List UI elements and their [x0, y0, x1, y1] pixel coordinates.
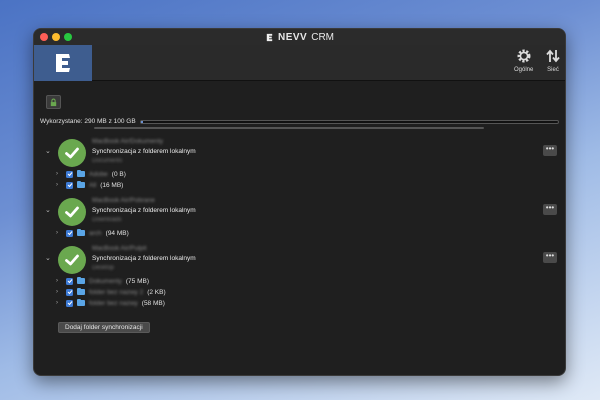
storage-usage: Wykorzystane: 290 MB z 100 GB [40, 118, 559, 125]
more-options-button[interactable]: ••• [543, 145, 557, 156]
general-label: Ogólne [514, 67, 534, 73]
nevv-logo-icon [266, 33, 273, 41]
folder-name: Dokumenty [89, 277, 122, 285]
folder-name: folder bez nazwy 2 [89, 288, 144, 296]
app-window: NEVV CRM Ogólne Sieć Wykorzystane: 290 M… [33, 28, 566, 376]
folder-size: (16 MB) [100, 181, 124, 189]
app-suffix: CRM [311, 31, 334, 43]
check-icon [58, 198, 86, 226]
folder-icon [77, 287, 85, 295]
chevron-down-icon[interactable]: ⌄ [45, 147, 51, 155]
chevron-down-icon[interactable]: ⌄ [45, 206, 51, 214]
local-folder: Downloads [92, 217, 122, 223]
minimize-window-button[interactable] [52, 33, 60, 41]
folder-size: (58 MB) [141, 299, 165, 307]
folder-icon [77, 180, 85, 188]
account-path: MacBook Air/Dokumenty [92, 138, 164, 145]
usage-fill [140, 120, 143, 123]
title-bar: NEVV CRM [34, 29, 565, 45]
lock-button[interactable] [46, 95, 61, 109]
folder-name: arch [89, 229, 102, 237]
sync-status: Synchronizacja z folderem lokalnym [92, 255, 196, 262]
account-path: MacBook Air/Pulpit [92, 245, 147, 252]
network-settings-button[interactable]: Sieć [544, 47, 562, 73]
check-icon [58, 139, 86, 167]
sync-status: Synchronizacja z folderem lokalnym [92, 207, 196, 214]
network-label: Sieć [547, 67, 559, 73]
folder-name: Adobe [89, 170, 108, 178]
account-path: MacBook Air/Pobrane [92, 197, 155, 204]
chevron-right-icon[interactable]: › [56, 289, 62, 295]
folder-row: › arch (94 MB) [56, 228, 129, 238]
general-settings-button[interactable]: Ogólne [514, 47, 533, 73]
app-title: NEVV CRM [265, 32, 334, 43]
folder-size: (0 B) [111, 170, 126, 178]
chevron-right-icon[interactable]: › [56, 278, 62, 284]
check-icon [58, 246, 86, 274]
folder-checkbox[interactable] [66, 299, 73, 307]
folder-checkbox[interactable] [66, 181, 73, 189]
local-folder: Desktop [92, 265, 115, 271]
folder-size: (2 KB) [147, 288, 166, 296]
folder-checkbox[interactable] [66, 288, 73, 296]
app-brand: NEVV [277, 31, 308, 43]
window-controls [40, 33, 72, 41]
add-sync-folder-button[interactable]: Dodaj folder synchronizacji [58, 322, 150, 333]
chevron-right-icon[interactable]: › [56, 230, 62, 236]
sync-status: Synchronizacja z folderem lokalnym [92, 148, 196, 155]
account-logo-tab[interactable] [34, 45, 92, 81]
folder-checkbox[interactable] [66, 229, 73, 237]
gear-icon [515, 47, 533, 65]
folder-icon [77, 298, 85, 306]
nevv-logo-large-icon [56, 54, 70, 72]
usage-label: Wykorzystane: 290 MB z 100 GB [40, 118, 136, 125]
lock-icon [50, 98, 57, 106]
zoom-window-button[interactable] [64, 33, 72, 41]
folder-name: folder bez nazwy [89, 299, 138, 307]
more-options-button[interactable]: ••• [543, 252, 557, 263]
folder-row: › All (16 MB) [56, 180, 123, 190]
folder-size: (75 MB) [125, 277, 149, 285]
folder-icon [77, 276, 85, 284]
folder-icon [77, 228, 85, 236]
folder-row: › Dokumenty (75 MB) [56, 276, 149, 286]
folder-checkbox[interactable] [66, 277, 73, 285]
folder-row: › Adobe (0 B) [56, 169, 126, 179]
folder-icon [77, 169, 85, 177]
more-options-button[interactable]: ••• [543, 204, 557, 215]
horizontal-scrollbar[interactable] [94, 127, 484, 129]
toolbar: Ogólne Sieć [34, 45, 565, 81]
close-window-button[interactable] [40, 33, 48, 41]
chevron-right-icon[interactable]: › [56, 171, 62, 177]
folder-name: All [89, 181, 97, 189]
local-folder: Documents [92, 158, 123, 164]
usage-bar [139, 119, 559, 124]
folder-size: (94 MB) [105, 229, 129, 237]
folder-checkbox[interactable] [66, 170, 73, 178]
chevron-right-icon[interactable]: › [56, 182, 62, 188]
folder-row: › folder bez nazwy 2 (2 KB) [56, 287, 166, 297]
folder-row: › folder bez nazwy (58 MB) [56, 298, 165, 308]
main-content: Wykorzystane: 290 MB z 100 GB ⌄ MacBook … [34, 81, 565, 375]
chevron-down-icon[interactable]: ⌄ [45, 254, 51, 262]
sync-arrows-icon [544, 47, 562, 65]
chevron-right-icon[interactable]: › [56, 300, 62, 306]
